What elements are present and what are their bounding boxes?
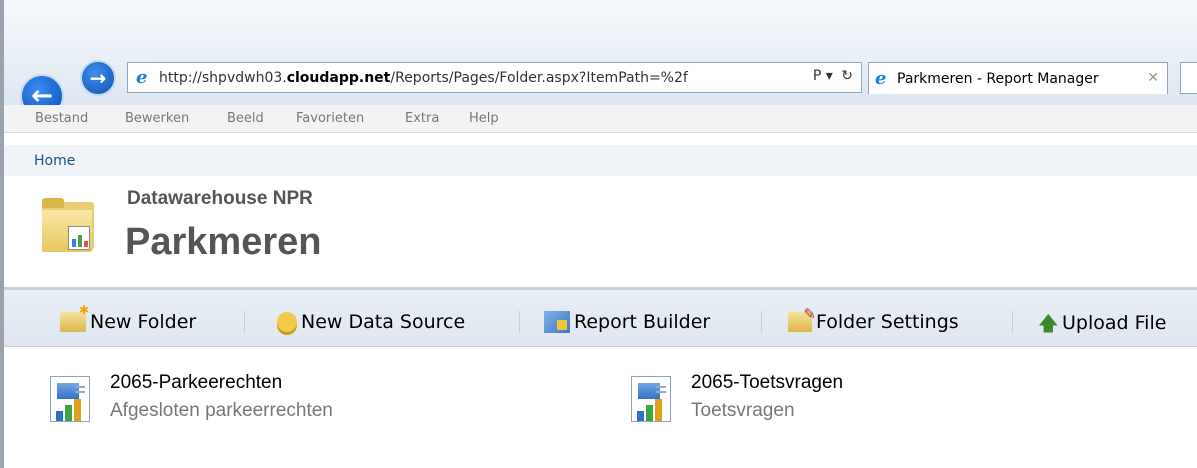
ie-logo-icon: e (875, 67, 887, 89)
menu-item-bewerken[interactable]: Bewerken (125, 111, 189, 126)
report-description: Afgesloten parkeerrechten (110, 400, 333, 421)
report-icon (46, 376, 94, 424)
url-suffix: /Reports/Pages/Folder.aspx?ItemPath=%2f (390, 69, 688, 86)
folder-report-icon (42, 198, 96, 254)
menu-item-help[interactable]: Help (469, 111, 499, 126)
new-folder-label: New Folder (90, 311, 197, 333)
toolbar-separator (244, 311, 245, 333)
folder-settings-label: Folder Settings (816, 311, 959, 333)
arrow-right-icon: → (89, 66, 107, 90)
folder-settings-button[interactable]: Folder Settings (788, 305, 959, 333)
report-builder-button[interactable]: Report Builder (544, 311, 710, 333)
report-builder-label: Report Builder (574, 311, 711, 333)
new-folder-icon (60, 303, 89, 332)
url-domain: cloudapp.net (286, 69, 391, 86)
close-icon[interactable]: ✕ (1147, 70, 1159, 86)
menu-item-extra[interactable]: Extra (405, 111, 439, 126)
report-icon (627, 376, 675, 424)
ie-logo-icon: e (136, 66, 148, 88)
address-actions: Ρ ▾ ↻ (813, 68, 853, 84)
upload-file-button[interactable]: 🡅 Upload File (1038, 311, 1166, 335)
address-bar[interactable]: e http://shpvdwh03.cloudapp.net/Reports/… (127, 62, 862, 93)
breadcrumb: Home (4, 145, 1197, 176)
refresh-icon[interactable]: ↻ (841, 68, 853, 84)
address-url[interactable]: http://shpvdwh03.cloudapp.net/Reports/Pa… (159, 70, 688, 86)
toolbar-separator (761, 311, 762, 333)
new-tab-button[interactable] (1180, 62, 1197, 94)
data-source-icon (277, 312, 297, 332)
action-toolbar: New Folder New Data Source Report Builde… (4, 287, 1197, 347)
menu-bar: Bestand Bewerken Beeld Favorieten Extra … (4, 105, 1197, 133)
home-link[interactable]: Home (34, 153, 75, 169)
report-name[interactable]: 2065-Toetsvragen (691, 372, 843, 394)
site-name: Datawarehouse NPR (127, 188, 313, 209)
folder-settings-icon (788, 305, 816, 332)
toolbar-separator (519, 311, 520, 333)
url-prefix: http://shpvdwh03. (159, 69, 287, 86)
browser-tab[interactable]: e Parkmeren - Report Manager ✕ (868, 62, 1168, 94)
page-title: Parkmeren (125, 221, 322, 263)
new-data-source-label: New Data Source (301, 311, 466, 333)
report-description: Toetsvragen (691, 400, 795, 421)
menu-item-favorieten[interactable]: Favorieten (296, 111, 364, 126)
new-folder-button[interactable]: New Folder (60, 303, 197, 333)
toolbar-separator (1012, 311, 1013, 333)
search-icon[interactable]: Ρ ▾ (813, 68, 833, 84)
report-builder-icon (544, 311, 570, 333)
forward-button[interactable]: → (80, 60, 116, 96)
new-data-source-button[interactable]: New Data Source (274, 311, 465, 333)
upload-file-label: Upload File (1062, 312, 1167, 334)
tab-title: Parkmeren - Report Manager (897, 70, 1099, 87)
upload-arrow-icon: 🡅 (1038, 311, 1059, 335)
menu-item-beeld[interactable]: Beeld (227, 111, 264, 126)
report-name[interactable]: 2065-Parkeerechten (110, 372, 282, 394)
menu-item-bestand[interactable]: Bestand (35, 111, 88, 126)
